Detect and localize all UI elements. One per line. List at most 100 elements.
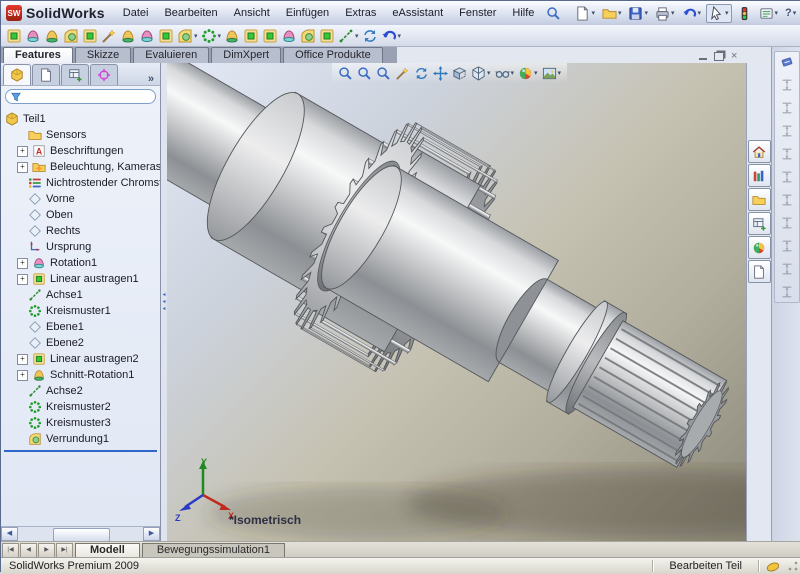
scrollbar-track[interactable] — [18, 528, 143, 540]
scroll-left-button[interactable]: ◀ — [1, 527, 18, 541]
tree-item-kreismuster1[interactable]: Kreismuster1 — [1, 303, 160, 319]
menu-eassistant[interactable]: eAssistant — [384, 3, 451, 23]
tree-item-rotation1[interactable]: +Rotation1 — [1, 255, 160, 271]
smart-dimension-icon[interactable] — [780, 78, 794, 92]
menu-ansicht[interactable]: Ansicht — [226, 3, 278, 23]
tree-item-verrundung1[interactable]: Verrundung1 — [1, 431, 160, 447]
tree-item-ursprung[interactable]: Ursprung — [1, 239, 160, 255]
sheet-nav-next-button[interactable]: ▶ — [38, 543, 55, 558]
task-pane-file-explorer-button[interactable] — [748, 188, 771, 211]
weld-symbol-icon[interactable] — [780, 285, 794, 299]
feature-tree-filter-input[interactable] — [5, 89, 156, 104]
dropdown-arrow-icon[interactable]: ▾ — [591, 9, 595, 17]
dropdown-arrow-icon[interactable]: ▾ — [355, 32, 359, 40]
select-button[interactable]: ▾ — [706, 4, 732, 23]
scrollbar-thumb[interactable] — [53, 528, 110, 542]
task-pane-custom-properties-button[interactable] — [748, 260, 771, 283]
hide-show-items-icon[interactable]: ▾ — [495, 66, 515, 81]
panel-horizontal-scrollbar[interactable]: ◀ ▶ — [1, 526, 160, 541]
zoom-in-out-icon[interactable] — [376, 66, 391, 81]
panel-tab-configurationmanager[interactable] — [61, 64, 89, 85]
pan-icon[interactable] — [433, 66, 448, 81]
dropdown-arrow-icon[interactable]: ▾ — [534, 69, 538, 77]
search-icon[interactable] — [546, 6, 561, 21]
sheet-nav-prev-button[interactable]: ◀ — [20, 543, 37, 558]
sheet-nav-first-button[interactable]: |◀ — [2, 543, 19, 558]
swept-cut-icon[interactable] — [139, 28, 155, 44]
tree-item-beleuchtung-kameras-und-bühn[interactable]: +Beleuchtung, Kameras und Bühn — [1, 159, 160, 175]
surface-finish-icon[interactable] — [780, 239, 794, 253]
new-button[interactable]: ▾ — [573, 5, 597, 22]
expand-plus-icon[interactable]: + — [17, 146, 28, 157]
tree-item-teil1[interactable]: Teil1 — [1, 111, 160, 127]
graphics-viewport[interactable]: ▾▾▾▾ Y X Z *Isometrisch — [167, 63, 746, 541]
menu-hilfe[interactable]: Hilfe — [504, 3, 542, 23]
tree-item-achse1[interactable]: Achse1 — [1, 287, 160, 303]
tree-item-nichtrostender-chromstahl[interactable]: Nichtrostender Chromstahl — [1, 175, 160, 191]
expand-plus-icon[interactable]: + — [17, 162, 28, 173]
panel-tab-propertymanager[interactable] — [32, 64, 60, 85]
draft-icon[interactable] — [224, 28, 240, 44]
save-button[interactable]: ▾ — [626, 5, 650, 22]
document-tab-modell[interactable]: Modell — [75, 543, 140, 558]
model-render-gear-shaft[interactable] — [167, 63, 746, 541]
resize-grip[interactable] — [787, 560, 799, 572]
section-view-icon[interactable] — [452, 66, 467, 81]
dropdown-arrow-icon[interactable]: ▾ — [644, 9, 648, 17]
dropdown-arrow-icon[interactable]: ▾ — [698, 9, 702, 17]
expand-plus-icon[interactable]: + — [17, 354, 28, 365]
document-close-button[interactable]: × — [731, 51, 737, 61]
task-pane-search-panel-button[interactable] — [748, 212, 771, 235]
tab-features[interactable]: Features — [3, 47, 73, 63]
dropdown-arrow-icon[interactable]: ▾ — [558, 69, 562, 77]
reference-geometry-icon[interactable]: ▾ — [338, 28, 359, 44]
task-pane-solidworks-resources-button[interactable] — [748, 140, 771, 163]
menu-extras[interactable]: Extras — [337, 3, 384, 23]
scroll-right-button[interactable]: ▶ — [143, 527, 160, 541]
tree-item-vorne[interactable]: Vorne — [1, 191, 160, 207]
task-pane-design-library-button[interactable] — [748, 164, 771, 187]
tree-item-achse2[interactable]: Achse2 — [1, 383, 160, 399]
tab-office-produkte[interactable]: Office Produkte — [283, 47, 383, 63]
swept-boss-icon[interactable] — [44, 28, 60, 44]
extruded-cut-icon[interactable] — [82, 28, 98, 44]
dropdown-arrow-icon[interactable]: ▾ — [671, 9, 675, 17]
tab-skizze[interactable]: Skizze — [75, 47, 131, 63]
tree-item-kreismuster2[interactable]: Kreismuster2 — [1, 399, 160, 415]
document-restore-button[interactable] — [714, 52, 724, 61]
panel-tabs-overflow-chevron[interactable]: » — [142, 73, 160, 85]
tab-dimxpert[interactable]: DimXpert — [211, 47, 281, 63]
options-button[interactable]: ▾ — [757, 5, 781, 22]
dome-icon[interactable] — [300, 28, 316, 44]
dropdown-arrow-icon[interactable]: ▾ — [725, 9, 729, 17]
panel-tab-dimxpertmanager[interactable] — [90, 64, 118, 85]
help-button[interactable]: ?▾ — [783, 6, 798, 20]
document-minimize-button[interactable] — [699, 52, 707, 60]
curves-icon[interactable]: ▾ — [381, 28, 402, 44]
menu-einfügen[interactable]: Einfügen — [278, 3, 337, 23]
note-icon[interactable] — [780, 55, 794, 69]
view-selector-icon[interactable] — [395, 66, 410, 81]
rotate-view-icon[interactable] — [414, 66, 429, 81]
revolved-boss-icon[interactable] — [25, 28, 41, 44]
fillet-icon[interactable]: ▾ — [177, 28, 198, 44]
lofted-boss-icon[interactable] — [63, 28, 79, 44]
tree-item-sensors[interactable]: Sensors — [1, 127, 160, 143]
revolved-cut-icon[interactable] — [120, 28, 136, 44]
menu-bearbeiten[interactable]: Bearbeiten — [156, 3, 225, 23]
tree-item-beschriftungen[interactable]: +Beschriftungen — [1, 143, 160, 159]
extruded-boss-icon[interactable] — [6, 28, 22, 44]
panel-tab-featuremanager-tree[interactable] — [3, 64, 31, 85]
print-button[interactable]: ▾ — [653, 5, 677, 22]
dropdown-arrow-icon[interactable]: ▾ — [487, 69, 491, 77]
edit-appearance-icon[interactable]: ▾ — [518, 66, 538, 81]
dropdown-arrow-icon[interactable]: ▾ — [218, 32, 222, 40]
rib-icon[interactable] — [262, 28, 278, 44]
apply-scene-icon[interactable]: ▾ — [542, 66, 562, 81]
datum-feature-icon[interactable] — [780, 262, 794, 276]
hole-wizard-icon[interactable] — [101, 28, 117, 44]
baseline-dimension-icon[interactable] — [780, 147, 794, 161]
tree-item-linear-austragen2[interactable]: +Linear austragen2 — [1, 351, 160, 367]
linear-pattern-icon[interactable]: ▾ — [201, 28, 222, 44]
expand-plus-icon[interactable]: + — [17, 258, 28, 269]
